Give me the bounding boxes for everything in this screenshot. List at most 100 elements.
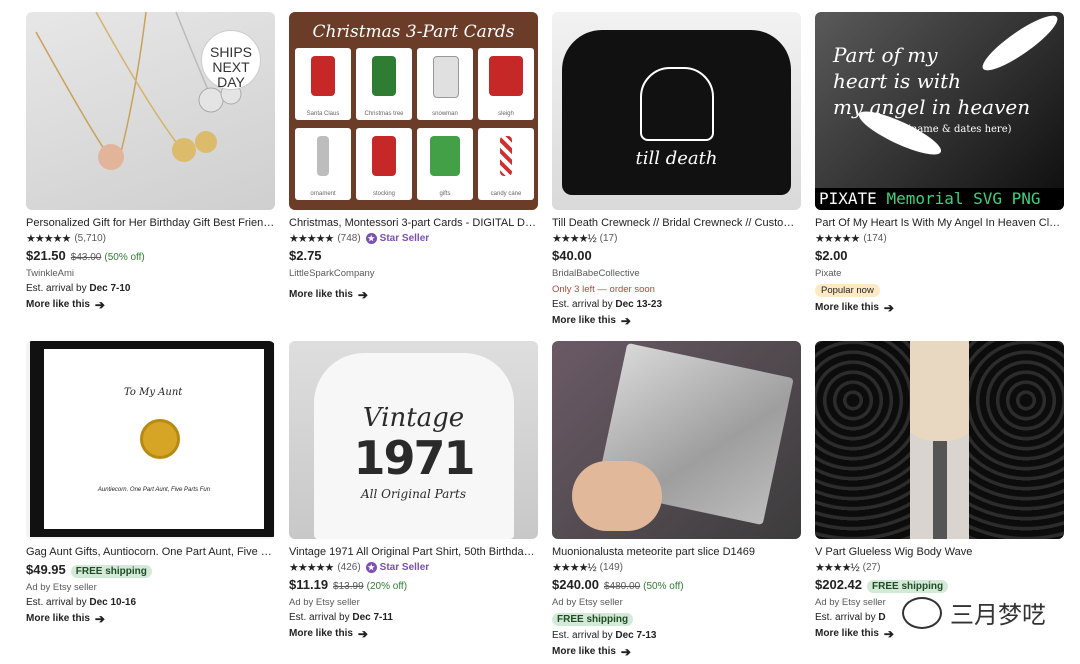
price-row: $2.00 [815, 248, 1064, 265]
listing-image[interactable]: till death [552, 12, 801, 210]
more-like-this-label: More like this [552, 315, 616, 326]
tee-line-1: Vintage [362, 403, 465, 433]
review-count: (748) [337, 232, 361, 244]
listing-image[interactable]: To My Aunt Auntiecorn. One Part Aunt, Fi… [26, 341, 275, 539]
wig-hair-left [815, 341, 910, 539]
arrow-right-icon: ➔ [620, 314, 631, 328]
price-row: $11.19 $13.99 (20% off) [289, 577, 538, 594]
listing-card[interactable]: Vintage 1971 All Original Parts Vintage … [289, 341, 538, 659]
rating-row: ★★★★½ (17) [552, 231, 801, 245]
listing-image[interactable]: Part of my heart is with my angel in hea… [815, 12, 1064, 210]
shop-name[interactable]: LittleSparkCompany [289, 267, 538, 280]
listing-title[interactable]: Part Of My Heart Is With My Angel In Hea… [815, 216, 1064, 230]
card-label: snowman [432, 111, 458, 117]
shop-name[interactable]: Pixate [815, 267, 1064, 280]
price-row: $21.50 $43.00 (50% off) [26, 248, 275, 265]
more-like-this-label: More like this [552, 646, 616, 657]
discount: (50% off) [643, 581, 684, 592]
review-count: (149) [599, 561, 623, 573]
price: $40.00 [552, 248, 592, 263]
card-label: sleigh [498, 111, 514, 117]
price: $21.50 [26, 248, 66, 263]
listing-image[interactable] [552, 341, 801, 539]
listing-image[interactable] [815, 341, 1064, 539]
original-price: $13.99 [333, 581, 364, 592]
more-like-this-label: More like this [289, 289, 353, 300]
image-title: Christmas 3-Part Cards [312, 22, 515, 42]
listing-card[interactable]: Muonionalusta meteorite part slice D1469… [552, 341, 801, 659]
more-like-this-label: More like this [815, 302, 879, 313]
star-seller-icon: ★ [365, 561, 377, 573]
arrival-label: Est. arrival by [552, 299, 613, 310]
flash-card: snowman [417, 48, 473, 120]
listing-title[interactable]: V Part Glueless Wig Body Wave [815, 545, 1064, 559]
listing-title[interactable]: Till Death Crewneck // Bridal Crewneck /… [552, 216, 801, 230]
listing-title[interactable]: Christmas, Montessori 3-part Cards - DIG… [289, 216, 538, 230]
ships-next-day-badge: SHIPS NEXT DAY [201, 30, 261, 90]
rating-row: ★★★★★ (426) ★ Star Seller [289, 560, 538, 574]
star-rating-icon: ★★★★½ [815, 561, 860, 574]
arrival-date: Dec 7-11 [352, 612, 393, 623]
listing-card[interactable]: Part of my heart is with my angel in hea… [815, 12, 1064, 328]
flash-card: Santa Claus [295, 48, 351, 120]
low-stock-notice: Only 3 left — order soon [552, 284, 655, 295]
flash-card: stocking [356, 128, 412, 200]
card-caption: Auntiecorn. One Part Aunt, Five Parts Fu… [97, 487, 211, 493]
memorial-line: Part of my [833, 43, 938, 67]
card-label: stocking [372, 191, 395, 197]
arrival-label: Est. arrival by [26, 597, 87, 608]
shop-name[interactable]: TwinkleAmi [26, 267, 275, 280]
ad-label: Ad by Etsy seller [289, 597, 360, 608]
more-like-this-link[interactable]: More like this ➔ [289, 288, 538, 302]
more-like-this-link[interactable]: More like this ➔ [552, 645, 801, 659]
star-rating-icon: ★★★★★ [26, 232, 71, 245]
arrival-date: Dec 13-23 [615, 299, 663, 310]
review-count: (27) [862, 561, 881, 573]
listing-image[interactable]: SHIPS NEXT DAY [26, 12, 275, 210]
popular-now-badge: Popular now [815, 284, 880, 297]
star-seller-label: Star Seller [379, 561, 430, 573]
rating-row: ★★★★★ (748) ★ Star Seller [289, 231, 538, 245]
mannequin-stand [933, 441, 947, 539]
free-shipping-badge: FREE shipping [552, 613, 634, 626]
listing-image[interactable]: Vintage 1971 All Original Parts [289, 341, 538, 539]
hand-graphic [572, 461, 662, 531]
memorial-line: heart is with [833, 69, 962, 93]
sunflower-pendant [140, 419, 180, 459]
star-rating-icon: ★★★★★ [289, 561, 334, 574]
more-like-this-link[interactable]: More like this ➔ [26, 612, 275, 626]
shirt-text: till death [635, 148, 718, 169]
star-seller-badge: ★ Star Seller [365, 561, 430, 573]
arrow-right-icon: ➔ [620, 645, 631, 659]
listing-card[interactable]: To My Aunt Auntiecorn. One Part Aunt, Fi… [26, 341, 275, 659]
watermark: 三月梦呓 [902, 595, 1046, 630]
listing-card[interactable]: SHIPS NEXT DAY Personalized Gift for Her… [26, 12, 275, 328]
listing-image[interactable]: Christmas 3-Part Cards Santa Claus Chris… [289, 12, 538, 210]
arrow-right-icon: ➔ [357, 288, 368, 302]
shop-name[interactable]: BridalBabeCollective [552, 267, 801, 280]
original-price: $480.00 [604, 581, 641, 592]
listing-title[interactable]: Vintage 1971 All Original Part Shirt, 50… [289, 545, 538, 559]
more-like-this-link[interactable]: More like this ➔ [552, 314, 801, 328]
arrival-date: D [878, 612, 886, 623]
listing-title[interactable]: Muonionalusta meteorite part slice D1469 [552, 545, 801, 559]
flash-card: gifts [417, 128, 473, 200]
more-like-this-link[interactable]: More like this ➔ [815, 301, 1064, 315]
price: $11.19 [289, 577, 329, 592]
price-row: $2.75 [289, 248, 538, 265]
arrival-label: Est. arrival by [552, 630, 613, 641]
card-label: gifts [439, 191, 451, 197]
more-like-this-link[interactable]: More like this ➔ [26, 298, 275, 312]
listing-card[interactable]: Christmas 3-Part Cards Santa Claus Chris… [289, 12, 538, 328]
star-rating-icon: ★★★★½ [552, 232, 597, 245]
listing-row-1: SHIPS NEXT DAY Personalized Gift for Her… [26, 12, 1064, 328]
star-seller-label: Star Seller [379, 232, 430, 244]
price-row: $202.42 FREE shipping [815, 577, 1064, 594]
listing-card[interactable]: till death Till Death Crewneck // Bridal… [552, 12, 801, 328]
listing-title[interactable]: Gag Aunt Gifts, Auntiocorn. One Part Aun… [26, 545, 275, 559]
arrival-label: Est. arrival by [289, 612, 350, 623]
more-like-this-link[interactable]: More like this ➔ [289, 627, 538, 641]
listing-title[interactable]: Personalized Gift for Her Birthday Gift … [26, 216, 275, 230]
tee-line-3: All Original Parts [360, 487, 467, 501]
card-label: Christmas tree [364, 111, 404, 117]
